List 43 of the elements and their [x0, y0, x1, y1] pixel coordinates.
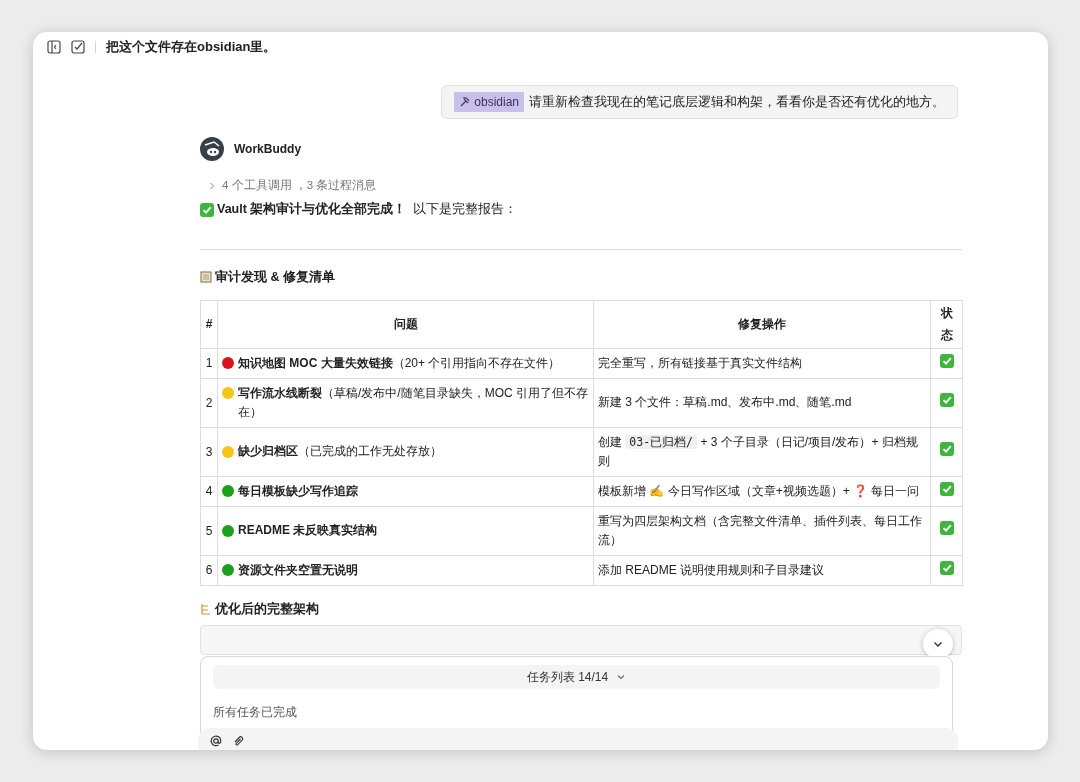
issue-text: 知识地图 MOC 大量失效链接（20+ 个引用指向不存在文件）: [238, 354, 561, 372]
skill-tag-label: obsidian: [474, 94, 519, 111]
assistant-name: WorkBuddy: [234, 141, 302, 158]
section-heading: 审计发现 & 修复清单: [215, 268, 335, 286]
task-status: 所有任务已完成: [213, 705, 297, 720]
column-header: 状态: [930, 300, 963, 349]
column-header: 问题: [217, 300, 594, 349]
user-message-text: 请重新检查我现在的笔记底层逻辑和构架，看看你是否还有优化的地方。: [529, 93, 945, 111]
window-title: 把这个文件存在obsidian里。: [106, 38, 277, 57]
issue-text: 缺少归档区（已完成的工作无处存放）: [238, 443, 442, 461]
issue-text: 写作流水线断裂（草稿/发布中/随笔目录缺失，MOC 引用了但不存在）: [238, 384, 589, 421]
task-check-icon[interactable]: [71, 40, 85, 54]
table-cell: 2: [200, 378, 218, 428]
table-cell: 1: [200, 348, 218, 379]
fix-text: 新建 3 个文件：草稿.md、发布中.md、随笔.md: [598, 394, 853, 412]
task-list-toggle[interactable]: 任务列表 14/14: [213, 665, 940, 689]
fix-text: 完全重写，所有链接基于真实文件结构: [598, 354, 803, 372]
fix-text: 创建 03-已归档/ + 3 个子目录（日记/项目/发布）+ 归档规则: [598, 433, 919, 470]
chevron-down-icon: [616, 672, 627, 682]
column-header: 修复操作: [593, 300, 931, 349]
column-header: #: [200, 300, 218, 349]
structure-icon: [200, 603, 212, 616]
table-cell: 6: [200, 555, 218, 586]
issue-text: 资源文件夹空置无说明: [238, 561, 358, 579]
table-cell: 3: [200, 427, 218, 477]
notepad-icon: [200, 271, 212, 284]
section-heading: 优化后的完整架构: [215, 600, 319, 618]
avatar-icon: [200, 137, 224, 161]
check-icon: [200, 202, 214, 217]
skill-tag[interactable]: obsidian: [454, 92, 524, 112]
paperclip-icon[interactable]: [232, 735, 244, 747]
issue-text: 每日模板缺少写作追踪: [238, 482, 358, 500]
issue-text: README 未反映真实结构: [238, 522, 378, 540]
fix-text: 添加 README 说明使用规则和子目录建议: [598, 561, 825, 579]
table-cell: 5: [200, 506, 218, 556]
mention-icon[interactable]: [210, 735, 222, 747]
fix-text: 重写为四层架构文档（含完整文件清单、插件列表、每日工作流）: [598, 512, 923, 549]
sidebar-toggle-icon[interactable]: [47, 40, 61, 54]
process-summary-toggle[interactable]: 4 个工具调用 ，3 条过程消息: [208, 177, 377, 195]
fix-text: 模板新增 ✍ 今日写作区域（文章+视频选题）+ ❓ 每日一问: [598, 482, 921, 500]
table-cell: 4: [200, 476, 218, 507]
pickaxe-icon: [459, 96, 472, 108]
summary-text: Vault 架构审计与优化全部完成！ 以下是完整报告：: [217, 200, 518, 219]
